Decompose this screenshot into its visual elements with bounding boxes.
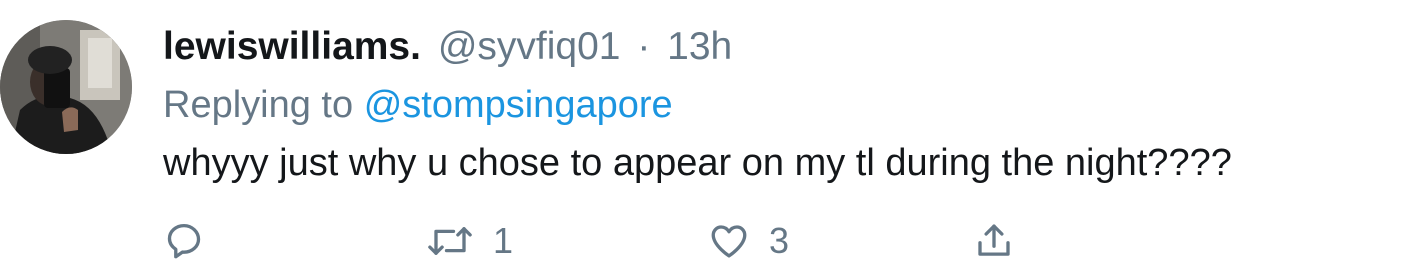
reply-button[interactable] xyxy=(163,216,223,266)
replying-to: Replying to @stompsingapore xyxy=(163,76,1394,134)
avatar[interactable] xyxy=(0,20,132,154)
share-icon xyxy=(978,224,1010,256)
like-button[interactable]: 3 xyxy=(707,216,789,266)
avatar-photo xyxy=(0,20,132,154)
replying-to-label: Replying to xyxy=(163,84,354,126)
reply-icon xyxy=(167,223,201,259)
heart-icon xyxy=(711,225,747,258)
replying-to-handle[interactable]: @stompsingapore xyxy=(364,84,673,126)
retweet-button[interactable]: 1 xyxy=(425,216,513,266)
display-name[interactable]: lewiswilliams. xyxy=(163,25,421,68)
tweet: lewiswilliams. @syvfiq01 · 13h Replying … xyxy=(0,0,1414,278)
share-button[interactable] xyxy=(973,216,1033,266)
separator-dot: · xyxy=(637,25,651,68)
tweet-content: lewiswilliams. @syvfiq01 · 13h Replying … xyxy=(163,18,1394,192)
tweet-text: whyyy just why u chose to appear on my t… xyxy=(163,142,1232,184)
retweet-icon xyxy=(428,227,472,255)
timestamp[interactable]: 13h xyxy=(667,25,732,68)
retweet-count: 1 xyxy=(493,220,514,261)
like-count: 3 xyxy=(769,220,790,261)
user-handle[interactable]: @syvfiq01 xyxy=(438,25,621,68)
tweet-header: lewiswilliams. @syvfiq01 · 13h xyxy=(163,18,1394,76)
tweet-actions: 1 3 xyxy=(163,216,1043,266)
